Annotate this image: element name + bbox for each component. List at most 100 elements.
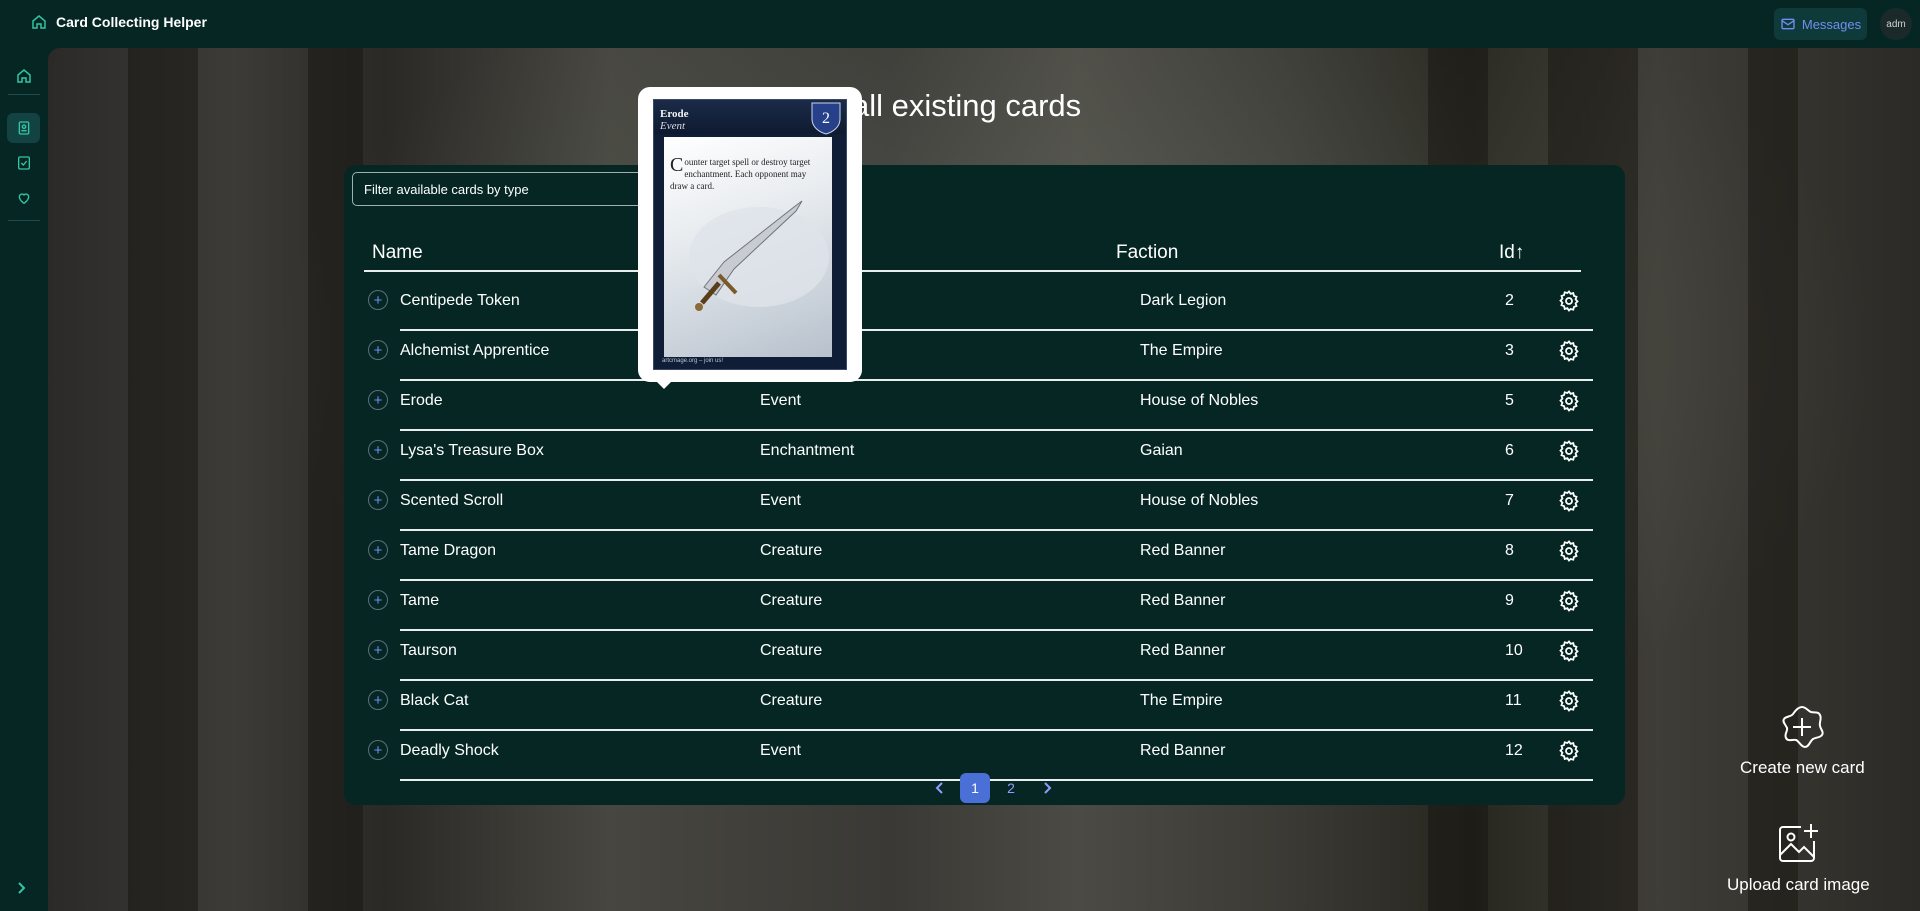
cell-name: Tame Dragon	[400, 542, 497, 559]
cell-faction: Red Banner	[1140, 642, 1226, 659]
expand-row-button[interactable]: +	[368, 290, 388, 310]
cell-name: Tame	[400, 592, 440, 609]
app-title: Card Collecting Helper	[56, 14, 207, 30]
chevron-left-icon	[935, 782, 943, 794]
column-header-name[interactable]: Name	[372, 242, 423, 264]
sidebar-item-cards[interactable]	[7, 113, 40, 143]
column-header-faction[interactable]: Faction	[1116, 242, 1178, 264]
cell-type: Creature	[760, 542, 823, 559]
top-bar: Card Collecting Helper Messages adm	[0, 0, 1920, 48]
home-icon	[16, 69, 31, 83]
filter-placeholder: Filter available cards by type	[364, 181, 529, 197]
messages-button[interactable]: Messages	[1774, 8, 1867, 40]
table-row: + Black Cat Creature The Empire 11	[364, 680, 1593, 731]
column-header-id[interactable]: Id↑	[1499, 242, 1524, 264]
expand-row-button[interactable]: +	[368, 440, 388, 460]
cell-faction: Dark Legion	[1140, 292, 1227, 309]
cell-name: Deadly Shock	[400, 742, 499, 759]
cell-type: Event	[760, 492, 801, 509]
add-card-icon	[1782, 705, 1825, 749]
gear-icon[interactable]	[1557, 439, 1581, 463]
chevron-right-icon	[18, 882, 26, 894]
home-icon	[32, 15, 46, 29]
gear-icon[interactable]	[1557, 289, 1581, 313]
create-card-action[interactable]: Create new card	[1740, 704, 1865, 778]
gear-icon[interactable]	[1557, 739, 1581, 763]
cell-faction: Gaian	[1140, 442, 1183, 459]
page-button-1[interactable]: 1	[960, 773, 990, 803]
expand-row-button[interactable]: +	[368, 590, 388, 610]
cell-type: Creature	[760, 642, 823, 659]
cell-faction: Red Banner	[1140, 542, 1226, 559]
expand-row-button[interactable]: +	[368, 640, 388, 660]
expand-row-button[interactable]: +	[368, 740, 388, 760]
upload-image-label: Upload card image	[1727, 875, 1870, 894]
cell-id: 10	[1505, 642, 1523, 659]
cell-type: Event	[760, 742, 801, 759]
card-footer: artcmage.org – join us!	[662, 358, 724, 364]
sidebar-divider	[8, 94, 40, 95]
background-trunk	[1748, 48, 1798, 911]
sidebar-divider	[8, 220, 40, 221]
cell-name: Centipede Token	[400, 292, 520, 309]
expand-row-button[interactable]: +	[368, 690, 388, 710]
sidebar-item-favorites[interactable]	[7, 183, 40, 213]
cell-type: Creature	[760, 592, 823, 609]
sidebar	[0, 48, 48, 911]
avatar[interactable]: adm	[1880, 8, 1912, 40]
cell-id: 12	[1505, 742, 1523, 759]
gear-icon[interactable]	[1557, 489, 1581, 513]
cell-id: 9	[1505, 592, 1514, 609]
gear-icon[interactable]	[1557, 589, 1581, 613]
chevron-right-icon	[1044, 782, 1052, 794]
card-preview-image: Erode Event 2 Counter target spell or de…	[653, 99, 847, 370]
cell-id: 11	[1505, 692, 1522, 709]
sidebar-item-collection[interactable]	[7, 148, 40, 178]
background-trunk	[128, 48, 198, 911]
expand-row-button[interactable]: +	[368, 390, 388, 410]
table-row: + Centipede Token Dark Legion 2	[364, 280, 1593, 331]
card-text-body: ounter target spell or destroy target en…	[670, 157, 811, 191]
card-text-initial: C	[670, 154, 684, 176]
sidebar-item-home[interactable]	[7, 61, 40, 91]
table-row: + Scented Scroll Event House of Nobles 7	[364, 480, 1593, 531]
sidebar-expand-button[interactable]	[16, 881, 28, 900]
type-filter-input[interactable]: Filter available cards by type	[352, 172, 652, 206]
image-upload-icon	[1779, 824, 1819, 862]
cell-id: 8	[1505, 542, 1514, 559]
next-page-button[interactable]	[1032, 773, 1062, 803]
cell-type: Event	[760, 392, 801, 409]
cell-faction: Red Banner	[1140, 742, 1226, 759]
cell-id: 3	[1505, 342, 1514, 359]
prev-page-button[interactable]	[925, 773, 955, 803]
cell-name: Alchemist Apprentice	[400, 342, 550, 359]
expand-row-button[interactable]: +	[368, 540, 388, 560]
gear-icon[interactable]	[1557, 339, 1581, 363]
expand-row-button[interactable]: +	[368, 340, 388, 360]
gear-icon[interactable]	[1557, 389, 1581, 413]
expand-row-button[interactable]: +	[368, 490, 388, 510]
cell-id: 7	[1505, 492, 1514, 509]
card-name: Erode	[660, 108, 689, 120]
mail-icon	[1781, 18, 1795, 30]
page-button-2[interactable]: 2	[996, 773, 1026, 803]
cell-id: 5	[1505, 392, 1514, 409]
gear-icon[interactable]	[1557, 539, 1581, 563]
upload-image-action[interactable]: Upload card image	[1727, 821, 1870, 895]
gear-icon[interactable]	[1557, 639, 1581, 663]
brand[interactable]: Card Collecting Helper	[31, 14, 207, 30]
table-row: + Tame Dragon Creature Red Banner 8	[364, 530, 1593, 581]
header-divider	[364, 270, 1581, 272]
table-row: + Tame Creature Red Banner 9	[364, 580, 1593, 631]
table-row: + Erode Event House of Nobles 5	[364, 380, 1593, 431]
cell-name: Black Cat	[400, 692, 469, 709]
popover-arrow	[655, 380, 673, 389]
gear-icon[interactable]	[1557, 689, 1581, 713]
checklist-icon	[17, 156, 30, 170]
create-card-label: Create new card	[1740, 758, 1865, 777]
cost-shield-icon: 2	[811, 102, 841, 135]
table-row: + Alchemist Apprentice The Empire 3	[364, 330, 1593, 381]
cell-name: Scented Scroll	[400, 492, 504, 509]
table-row: + Lysa's Treasure Box Enchantment Gaian …	[364, 430, 1593, 481]
cell-faction: House of Nobles	[1140, 392, 1259, 409]
